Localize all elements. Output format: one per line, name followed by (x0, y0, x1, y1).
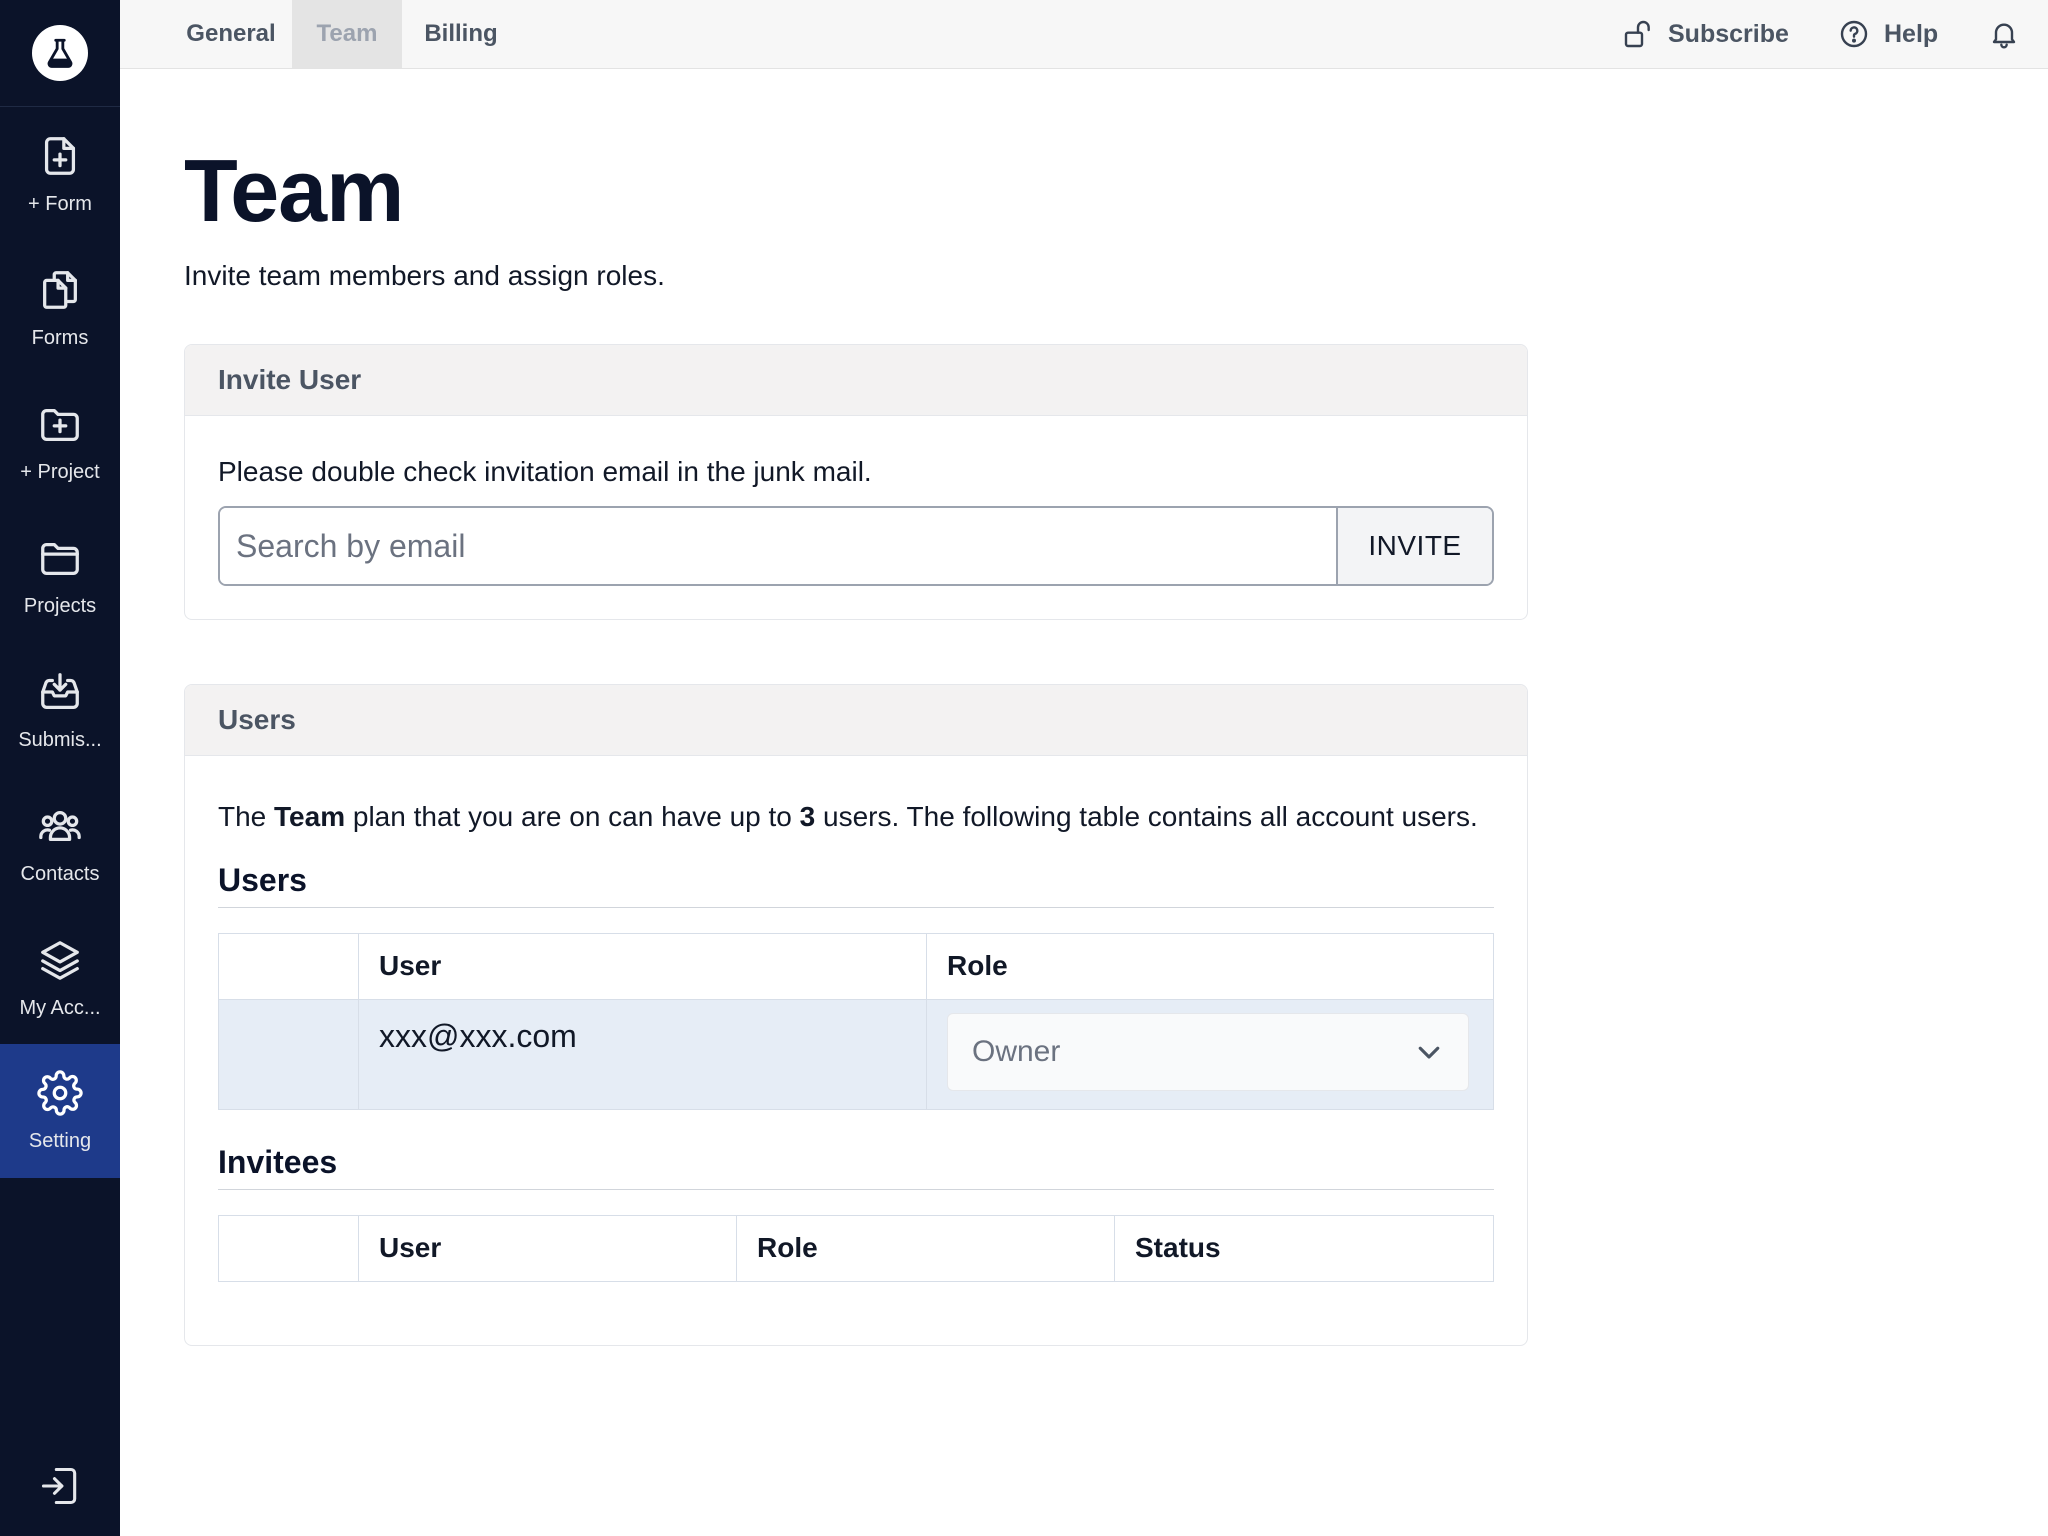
users-table-header: User Role (218, 933, 1494, 1000)
user-role-cell: Owner (926, 999, 1494, 1110)
tab-team[interactable]: Team (292, 0, 402, 68)
users-table: User Role xxx@xxx.com Owner (218, 933, 1494, 1110)
sidebar-item-submissions[interactable]: Submis... (0, 643, 120, 777)
sidebar-item-contacts[interactable]: Contacts (0, 777, 120, 911)
sidebar-item-label: + Project (20, 460, 100, 483)
sidebar-item-projects[interactable]: Projects (0, 509, 120, 643)
sidebar-item-label: Submis... (18, 728, 102, 751)
users-card-header: Users (185, 685, 1527, 756)
sidebar-item-label: Contacts (20, 862, 100, 885)
bell-icon (1992, 23, 2016, 49)
user-email: xxx@xxx.com (379, 1018, 577, 1054)
app-logo[interactable] (32, 25, 88, 81)
plan-name: Team (274, 801, 346, 832)
invite-user-card: Invite User Please double check invitati… (184, 344, 1528, 620)
invite-note: Please double check invitation email in … (218, 456, 872, 487)
email-search-input[interactable] (220, 508, 1336, 584)
invite-card-header: Invite User (185, 345, 1527, 416)
sidebar-item-new-form[interactable]: + Form (0, 107, 120, 241)
invitees-table-header: User Role Status (218, 1215, 1494, 1282)
row-select-cell (218, 999, 359, 1110)
sidebar-item-label: Forms (31, 326, 89, 349)
tab-general[interactable]: General (163, 0, 299, 68)
inbox-download-icon (41, 672, 79, 709)
folder-plus-icon (41, 408, 79, 441)
app-root: + Form Forms + Project Projects Submis..… (0, 0, 2048, 1536)
invite-button[interactable]: INVITE (1336, 508, 1492, 584)
sidebar: + Form Forms + Project Projects Submis..… (0, 0, 120, 1536)
files-icon (43, 270, 77, 309)
sidebar-item-label: Setting (28, 1129, 92, 1152)
user-email-cell: xxx@xxx.com (358, 999, 927, 1110)
invitees-table: User Role Status (218, 1215, 1494, 1282)
help-icon (1840, 20, 1868, 48)
logout-icon (41, 1467, 77, 1505)
tab-billing[interactable]: Billing (402, 0, 520, 68)
gear-icon (37, 1069, 83, 1116)
sidebar-item-label: Projects (23, 594, 97, 617)
invitees-col-select (218, 1215, 359, 1282)
invitees-col-role: Role (736, 1215, 1115, 1282)
flask-icon (47, 38, 73, 68)
sidebar-item-forms[interactable]: Forms (0, 241, 120, 375)
layers-icon (41, 940, 79, 980)
sidebar-item-setting[interactable]: Setting (0, 1044, 120, 1178)
users-col-user: User (358, 933, 927, 1000)
help-label: Help (1884, 19, 1939, 48)
invite-input-group: INVITE (218, 506, 1494, 586)
table-row[interactable]: xxx@xxx.com Owner (218, 999, 1494, 1110)
top-bar: General Team Billing Subscribe Help (120, 0, 2048, 69)
file-plus-icon (44, 136, 76, 175)
invitees-section-rule (218, 1189, 1494, 1190)
logout-button[interactable] (38, 1464, 84, 1510)
sidebar-item-label: My Acc... (19, 996, 101, 1019)
users-plan-description: The Team plan that you are on can have u… (218, 801, 1478, 832)
sidebar-item-new-project[interactable]: + Project (0, 375, 120, 509)
sidebar-item-my-account[interactable]: My Acc... (0, 911, 120, 1045)
invitees-col-user: User (358, 1215, 737, 1282)
invitees-section-title: Invitees (218, 1144, 338, 1180)
users-section-rule (218, 907, 1494, 908)
users-icon (39, 810, 81, 841)
max-users-count: 3 (799, 801, 816, 832)
users-col-role: Role (926, 933, 1494, 1000)
subscribe-label: Subscribe (1668, 19, 1789, 48)
page-subtitle: Invite team members and assign roles. (184, 260, 665, 291)
role-select-value: Owner (972, 1035, 1061, 1068)
help-button[interactable]: Help (1838, 0, 1938, 68)
folder-icon (41, 542, 79, 575)
subscribe-button[interactable]: Subscribe (1622, 0, 1789, 68)
chevron-down-icon (1418, 1046, 1440, 1059)
role-select[interactable]: Owner (947, 1013, 1469, 1091)
users-section-title: Users (218, 862, 307, 898)
unlock-icon (1624, 20, 1650, 48)
sidebar-item-label: + Form (28, 192, 92, 215)
invitees-col-status: Status (1114, 1215, 1494, 1282)
page-title: Team (184, 141, 404, 240)
users-card: Users The Team plan that you are on can … (184, 684, 1528, 1346)
notifications-button[interactable] (1988, 0, 2020, 68)
users-col-select (218, 933, 359, 1000)
